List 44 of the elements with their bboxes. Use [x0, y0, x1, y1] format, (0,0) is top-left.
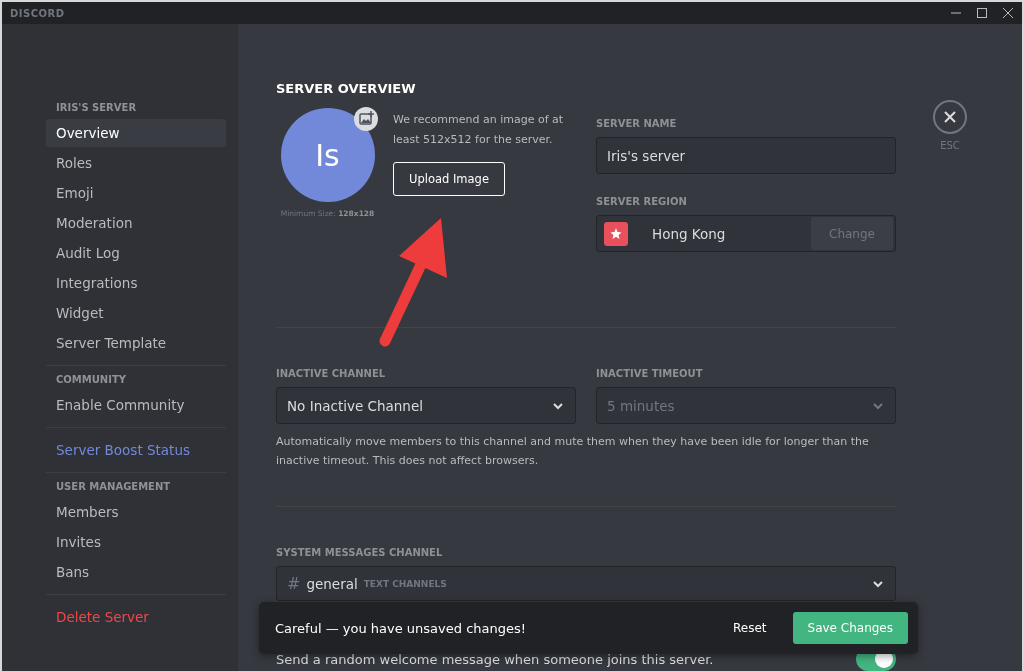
sidebar-item[interactable]: Emoji [46, 179, 226, 207]
welcome-option-label: Send a random welcome message when someone joins this server. [276, 651, 714, 667]
field-label: SYSTEM MESSAGES CHANNEL [276, 547, 444, 558]
esc-label: ESC [940, 140, 960, 151]
hash-symbol: # [287, 574, 301, 593]
upload-image-button[interactable]: Upload Image [393, 162, 505, 196]
field-label: SERVER REGION [596, 196, 688, 207]
field-label: INACTIVE TIMEOUT [596, 368, 704, 379]
help-text: Automatically move members to this channel and mute them when they have been idle for longer than the inactive timeout. This does not affect browsers. [276, 434, 870, 469]
sidebar-item[interactable]: Delete Server [46, 603, 226, 631]
sidebar-item[interactable]: Server Template [46, 329, 226, 357]
sidebar-item[interactable]: Members [46, 498, 226, 526]
add-image-icon[interactable] [352, 106, 379, 132]
sidebar-item[interactable]: Server Boost Status [46, 436, 226, 464]
channel-category: TEXT CHANNELS [363, 578, 447, 589]
sidebar-item[interactable]: Integrations [46, 269, 226, 297]
section-header: USER MANAGEMENT [55, 481, 172, 494]
sidebar-item[interactable]: Audit Log [46, 239, 226, 267]
system-channel-select[interactable]: # general TEXT CHANNELS [276, 566, 896, 601]
region-name: Hong Kong [652, 225, 727, 242]
close-icon [943, 110, 957, 124]
sidebar-item[interactable]: Widget [46, 299, 226, 327]
sidebar-item[interactable]: Enable Community [46, 391, 226, 419]
sidebar-item[interactable]: Roles [46, 149, 226, 177]
unsaved-changes-message: Careful — you have unsaved changes! [275, 620, 527, 636]
recommendation-text: We recommend an image of at least 512x512 for the server. [393, 112, 565, 148]
sidebar-item[interactable]: Overview [46, 119, 226, 147]
section-header: COMMUNITY [55, 374, 127, 387]
field-label: INACTIVE CHANNEL [276, 368, 387, 379]
reset-button[interactable]: Reset [727, 620, 773, 636]
close-button[interactable] [933, 100, 967, 134]
sidebar-item[interactable]: Moderation [46, 209, 226, 237]
server-initials: Is [315, 137, 340, 173]
section-header: IRIS'S SERVER [55, 102, 138, 115]
app-logo: DISCORD [10, 7, 65, 19]
sidebar-item[interactable]: Invites [46, 528, 226, 556]
field-label: SERVER NAME [596, 118, 678, 129]
page-title: SERVER OVERVIEW [276, 81, 417, 96]
sidebar-item[interactable]: Bans [46, 558, 226, 586]
server-name-field[interactable]: Iris's server [596, 137, 896, 174]
close-icon[interactable] [1002, 7, 1014, 19]
channel-name: general [306, 575, 358, 592]
flag-icon [604, 221, 628, 246]
maximize-icon[interactable] [976, 7, 988, 19]
